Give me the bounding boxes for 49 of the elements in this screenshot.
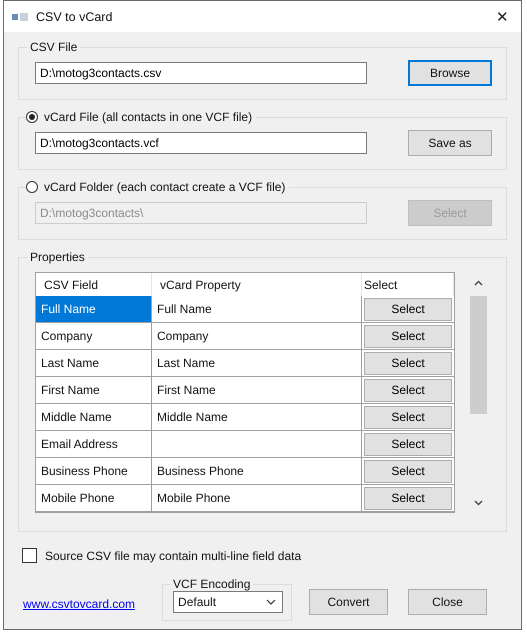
window-title: CSV to vCard [36,10,114,24]
table-cell: Company [152,323,362,349]
csv-path-field[interactable]: D:\motog3contacts.csv [35,62,367,84]
table-cell: Last Name [152,350,362,376]
browse-button[interactable]: Browse [408,60,492,86]
select-button[interactable]: Select [364,324,452,348]
table-cell[interactable]: Mobile Phone [36,485,152,511]
save-as-button[interactable]: Save as [408,130,492,156]
chevron-down-icon [266,599,276,605]
group-title: VCF Encoding [172,577,252,591]
radio-button[interactable] [26,111,38,123]
select-button[interactable]: Select [364,486,452,510]
checkbox[interactable] [22,548,37,563]
convert-button[interactable]: Convert [309,589,388,615]
encoding-dropdown[interactable]: Default [173,591,284,613]
table-cell[interactable]: First Name [36,377,152,403]
table-cell: Mobile Phone [152,485,362,511]
table-cell[interactable]: Company [36,323,152,349]
scroll-down-icon[interactable] [474,500,482,506]
radio-button[interactable] [26,181,38,193]
select-button[interactable]: Select [364,352,452,374]
table-cell[interactable]: Business Phone [36,458,152,484]
close-button[interactable]: ✕ [492,8,513,26]
select-button[interactable]: Select [364,298,452,320]
close-button[interactable]: Close [408,589,487,615]
table-cell: Middle Name [152,404,362,430]
website-link[interactable]: www.csvtovcard.com [23,597,136,611]
column-header[interactable]: vCard Property [152,273,362,296]
table-cell[interactable]: Full Name [36,296,152,322]
select-button[interactable]: Select [364,432,452,456]
app-icon [12,12,28,22]
table-cell: First Name [152,377,362,403]
table-cell[interactable]: Middle Name [36,404,152,430]
scroll-thumb[interactable] [470,296,486,414]
radio-label[interactable]: vCard File (all contacts in one VCF file) [44,110,252,124]
column-header[interactable]: Select [362,273,454,296]
table-cell[interactable]: Last Name [36,350,152,376]
scroll-up-icon[interactable] [474,280,482,286]
path-field[interactable]: D:\motog3contacts.vcf [35,132,367,154]
group-title: Properties [29,250,86,264]
table-cell: Business Phone [152,458,362,484]
select-button[interactable]: Select [364,406,452,428]
table-cell[interactable]: Email Address [36,431,152,457]
radio-label[interactable]: vCard Folder (each contact create a VCF file) [44,180,286,194]
group-title: CSV File [29,40,78,54]
select-button[interactable]: Select [364,378,452,402]
checkbox-label[interactable]: Source CSV file may contain multi-line field data [45,548,302,562]
table-cell: Full Name [152,296,362,322]
select-button[interactable]: Select [364,460,452,482]
